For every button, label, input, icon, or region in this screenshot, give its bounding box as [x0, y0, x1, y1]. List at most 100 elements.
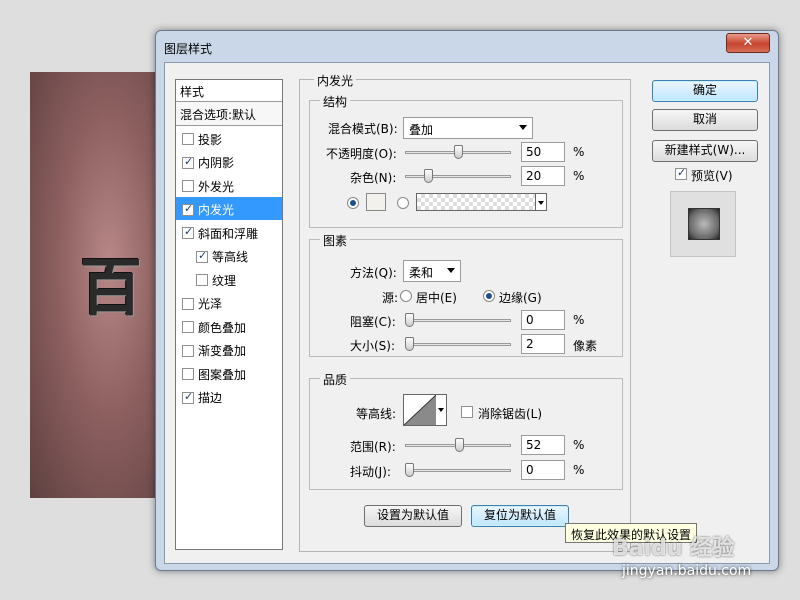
slider-thumb[interactable] — [405, 337, 414, 351]
style-item[interactable]: 投影 — [176, 126, 282, 150]
dialog-titlebar[interactable]: 图层样式 ✕ — [156, 31, 778, 63]
style-item[interactable]: 纹理 — [176, 267, 282, 291]
choke-slider[interactable] — [405, 313, 511, 328]
noise-unit: % — [573, 169, 585, 183]
color-radio[interactable] — [347, 197, 359, 209]
chevron-down-icon — [519, 125, 527, 130]
preview-label[interactable]: 预览(V) — [691, 167, 733, 184]
quality-title: 品质 — [320, 371, 351, 388]
inner-glow-panel: 内发光 结构 混合模式(B): 叠加 不透明度(O): 50 % 杂色(N): … — [299, 72, 631, 552]
layer-style-dialog: 图层样式 ✕ 样式 混合选项:默认 投影内阴影外发光内发光斜面和浮雕等高线纹理光… — [155, 30, 779, 571]
style-item-checkbox[interactable] — [182, 225, 194, 240]
chevron-down-icon — [447, 268, 455, 273]
size-unit: 像素 — [573, 339, 598, 353]
contour-curve-icon — [404, 395, 437, 425]
source-center-label[interactable]: 居中(E) — [416, 289, 457, 306]
watermark-url: jingyan.baidu.com — [622, 563, 752, 579]
screen: 百 图层样式 ✕ 样式 混合选项:默认 投影内阴影外发光内发光斜面和浮雕等高线纹… — [0, 0, 800, 600]
source-edge-radio[interactable] — [483, 290, 495, 302]
style-item[interactable]: 外发光 — [176, 173, 282, 197]
choke-input[interactable]: 0 — [521, 310, 565, 330]
cancel-button[interactable]: 取消 — [652, 109, 758, 131]
preview-thumbnail — [688, 208, 720, 240]
ok-button[interactable]: 确定 — [652, 80, 758, 102]
style-item-checkbox[interactable] — [182, 297, 194, 310]
slider-track — [405, 469, 511, 472]
size-input[interactable]: 2 — [521, 334, 565, 354]
style-item-label: 渐变叠加 — [198, 344, 247, 359]
style-item-label: 投影 — [198, 132, 223, 147]
range-input[interactable]: 52 — [521, 435, 565, 455]
styles-header[interactable]: 样式 — [176, 80, 282, 102]
style-item[interactable]: 等高线 — [176, 244, 282, 268]
style-item[interactable]: 内阴影 — [176, 150, 282, 174]
style-item-label: 纹理 — [212, 273, 237, 288]
source-edge-label[interactable]: 边缘(G) — [499, 289, 542, 306]
jitter-slider[interactable] — [405, 463, 511, 478]
dialog-title: 图层样式 — [164, 42, 213, 56]
anti-alias-checkbox[interactable] — [461, 406, 473, 418]
source-center-radio[interactable] — [400, 290, 412, 302]
style-item-checkbox[interactable] — [182, 202, 194, 216]
style-item[interactable]: 描边 — [176, 385, 282, 409]
glow-color-swatch[interactable] — [366, 193, 386, 211]
style-item-checkbox[interactable] — [182, 180, 194, 193]
style-item-checkbox[interactable] — [182, 390, 194, 404]
style-item[interactable]: 图案叠加 — [176, 361, 282, 385]
blend-mode-label: 混合模式(B): — [328, 122, 398, 136]
new-style-button[interactable]: 新建样式(W)... — [652, 140, 758, 162]
chevron-down-icon[interactable] — [535, 193, 547, 211]
gradient-radio[interactable] — [397, 197, 409, 209]
noise-input[interactable]: 20 — [521, 166, 565, 186]
reset-default-button[interactable]: 复位为默认值 — [471, 505, 569, 527]
slider-track — [405, 175, 511, 178]
jitter-unit: % — [573, 463, 585, 477]
range-slider[interactable] — [405, 438, 511, 453]
range-unit: % — [573, 438, 585, 452]
panel-title: 内发光 — [314, 72, 357, 89]
structure-group: 结构 混合模式(B): 叠加 不透明度(O): 50 % 杂色(N): 20 % — [309, 93, 623, 228]
style-item[interactable]: 光泽 — [176, 291, 282, 315]
chevron-down-icon[interactable] — [438, 408, 444, 412]
style-item-checkbox[interactable] — [182, 344, 194, 357]
opacity-label: 不透明度(O): — [326, 147, 397, 161]
style-item[interactable]: 内发光 — [176, 196, 282, 220]
opacity-slider[interactable] — [405, 145, 511, 160]
jitter-label: 抖动(J): — [350, 465, 391, 479]
blend-mode-select[interactable]: 叠加 — [403, 117, 533, 139]
choke-label: 阻塞(C): — [350, 315, 396, 329]
style-item-label: 光泽 — [198, 297, 223, 312]
style-item[interactable]: 渐变叠加 — [176, 338, 282, 362]
jitter-input[interactable]: 0 — [521, 460, 565, 480]
document-canvas: 百 — [30, 72, 162, 498]
slider-thumb[interactable] — [405, 313, 414, 327]
blending-options[interactable]: 混合选项:默认 — [176, 102, 282, 126]
opacity-unit: % — [573, 145, 585, 159]
anti-alias-label[interactable]: 消除锯齿(L) — [478, 405, 542, 422]
style-item-label: 内阴影 — [198, 156, 235, 171]
opacity-input[interactable]: 50 — [521, 142, 565, 162]
technique-select[interactable]: 柔和 — [403, 260, 461, 282]
style-item[interactable]: 斜面和浮雕 — [176, 220, 282, 244]
slider-thumb[interactable] — [455, 438, 464, 452]
slider-thumb[interactable] — [405, 463, 414, 477]
style-item-checkbox[interactable] — [182, 321, 194, 334]
noise-slider[interactable] — [405, 169, 511, 184]
size-slider[interactable] — [405, 337, 511, 352]
style-item-checkbox[interactable] — [182, 368, 194, 381]
make-default-button[interactable]: 设置为默认值 — [364, 505, 462, 527]
close-button[interactable]: ✕ — [726, 33, 770, 53]
preview-checkbox[interactable] — [675, 166, 687, 180]
style-item[interactable]: 颜色叠加 — [176, 314, 282, 338]
blend-mode-value: 叠加 — [409, 123, 434, 137]
style-item-checkbox[interactable] — [182, 133, 194, 146]
style-item-label: 描边 — [198, 391, 223, 406]
style-item-checkbox[interactable] — [182, 155, 194, 169]
technique-label: 方法(Q): — [350, 266, 397, 280]
style-item-checkbox[interactable] — [196, 249, 208, 263]
contour-picker[interactable] — [403, 394, 447, 426]
slider-thumb[interactable] — [424, 169, 433, 183]
gradient-picker[interactable] — [416, 193, 547, 211]
slider-thumb[interactable] — [454, 145, 463, 159]
style-item-checkbox[interactable] — [196, 274, 208, 287]
